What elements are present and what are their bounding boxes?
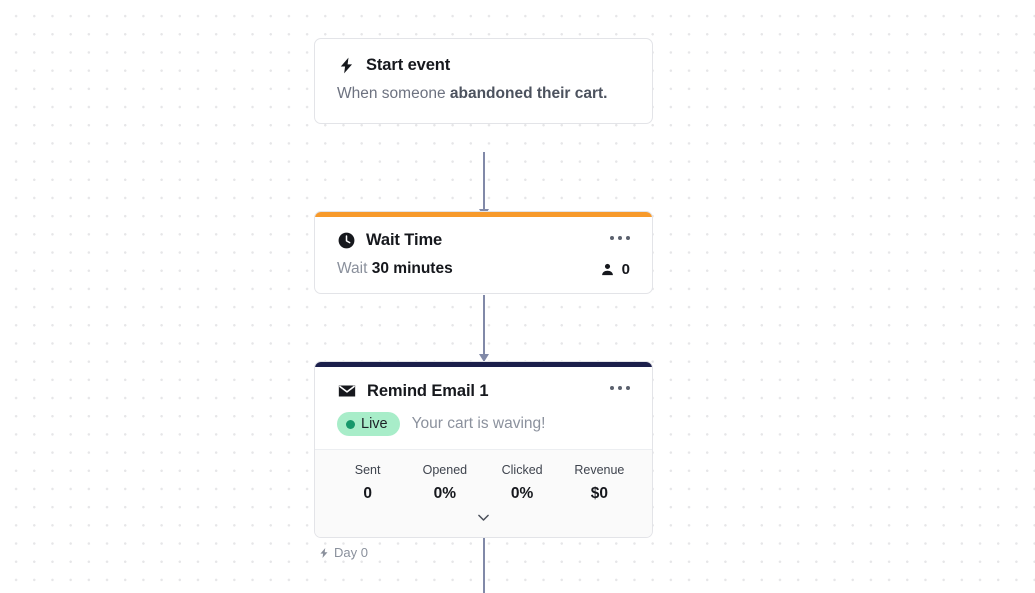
wait-time-header: Wait Time	[337, 231, 630, 250]
stat-revenue-label: Revenue	[574, 463, 625, 477]
live-status-dot-icon	[346, 419, 355, 429]
connector-email-to-next	[483, 538, 485, 593]
person-icon	[600, 262, 615, 277]
stat-clicked: Clicked 0%	[484, 462, 561, 503]
kebab-menu-icon[interactable]	[609, 233, 630, 243]
email-node[interactable]: Remind Email 1 Live Your cart is waving!…	[314, 361, 653, 538]
start-event-description: When someone abandoned their cart.	[337, 83, 609, 105]
lightning-bolt-icon	[337, 56, 356, 75]
kebab-dot	[625, 236, 630, 241]
email-title: Remind Email 1	[367, 381, 489, 400]
wait-time-detail-row: Wait 30 minutes 0	[337, 260, 630, 278]
stat-opened-value: 0%	[433, 484, 457, 502]
start-event-body: Start event When someone abandoned their…	[315, 39, 652, 123]
stat-revenue: Revenue $0	[561, 462, 638, 503]
chevron-down-icon	[475, 509, 492, 526]
timeline-day-text: Day 0	[334, 545, 368, 560]
kebab-dot	[617, 236, 623, 241]
stat-revenue-value: $0	[590, 484, 608, 502]
kebab-dot	[625, 386, 630, 391]
stat-opened-label: Opened	[422, 463, 468, 477]
status-badge: Live	[337, 412, 400, 436]
stat-sent: Sent 0	[329, 462, 406, 503]
timeline-day-label: Day 0	[318, 545, 368, 560]
kebab-dot	[609, 236, 615, 241]
kebab-menu-icon[interactable]	[609, 383, 630, 393]
envelope-icon	[337, 381, 357, 401]
wait-time-title: Wait Time	[366, 231, 443, 249]
wait-contacts-count: 0	[600, 261, 630, 278]
start-event-header: Start event	[337, 56, 630, 75]
wait-time-body: Wait Time Wait 30 minutes 0	[315, 217, 652, 293]
wait-prefix-label: Wait	[337, 260, 372, 277]
stat-sent-label: Sent	[354, 463, 381, 477]
start-event-title: Start event	[366, 56, 451, 74]
wait-duration-text: Wait 30 minutes	[337, 260, 453, 278]
email-status-row: Live Your cart is waving!	[337, 412, 630, 436]
start-event-node[interactable]: Start event When someone abandoned their…	[314, 38, 653, 124]
stat-clicked-value: 0%	[510, 484, 534, 502]
email-stats-panel: Sent 0 Opened 0% Clicked 0% Revenue $0	[315, 449, 652, 537]
email-expand-button[interactable]	[329, 503, 638, 533]
workflow-canvas[interactable]: Start event When someone abandoned their…	[0, 0, 1035, 593]
email-body: Remind Email 1 Live Your cart is waving!	[315, 367, 652, 449]
kebab-dot	[609, 386, 615, 391]
connector-wait-to-email	[479, 295, 489, 362]
clock-icon	[337, 231, 356, 250]
start-event-description-prefix: When someone	[337, 85, 450, 102]
lightning-bolt-icon	[318, 547, 330, 559]
wait-duration-value: 30 minutes	[371, 260, 453, 277]
kebab-dot	[617, 386, 623, 391]
connector-start-to-wait	[479, 152, 489, 217]
wait-time-node[interactable]: Wait Time Wait 30 minutes 0	[314, 211, 653, 294]
stat-sent-value: 0	[363, 484, 372, 502]
start-event-description-strong: abandoned their cart.	[449, 85, 608, 102]
status-badge-label: Live	[361, 416, 388, 432]
email-header: Remind Email 1	[337, 381, 630, 401]
stat-opened: Opened 0%	[406, 462, 483, 503]
stat-clicked-label: Clicked	[501, 463, 543, 477]
email-stats-row: Sent 0 Opened 0% Clicked 0% Revenue $0	[329, 462, 638, 503]
wait-contacts-value: 0	[621, 260, 630, 278]
email-subject: Your cart is waving!	[411, 415, 546, 432]
